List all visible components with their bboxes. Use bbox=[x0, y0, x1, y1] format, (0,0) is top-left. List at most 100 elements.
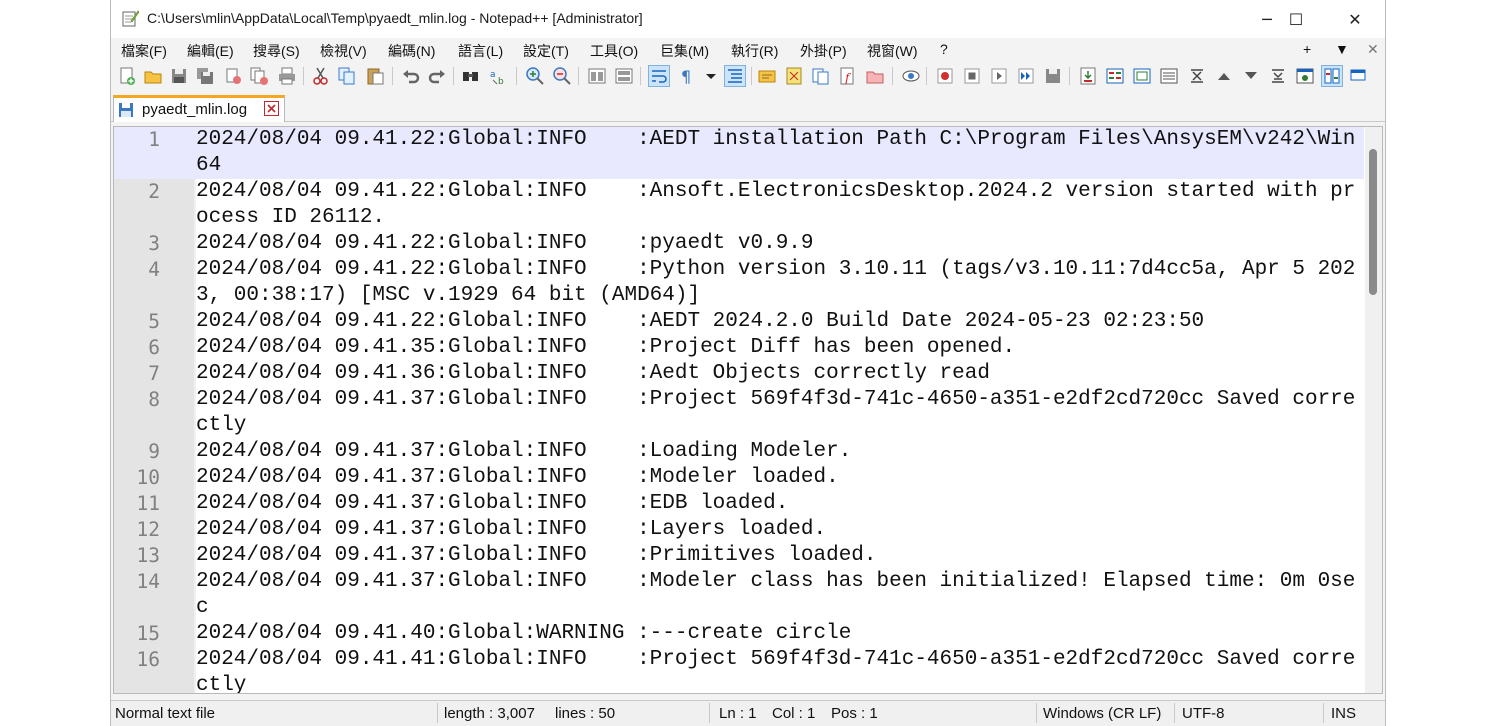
editor-line[interactable]: 11 2024/08/04 09.41.37:Global:INFO :EDB l… bbox=[114, 491, 1364, 517]
indent-guide-icon[interactable] bbox=[724, 65, 746, 87]
menu-plugins[interactable]: 外掛(P) bbox=[800, 41, 847, 61]
macro-save-icon[interactable] bbox=[1043, 66, 1063, 86]
status-insert-mode[interactable]: INS bbox=[1331, 705, 1356, 722]
redo-icon[interactable] bbox=[427, 66, 447, 86]
editor-line[interactable]: 13 2024/08/04 09.41.37:Global:INFO :Primi… bbox=[114, 543, 1364, 569]
line-text: 2024/08/04 09.41.37:Global:INFO :Modeler… bbox=[196, 466, 839, 489]
toolbar-separator bbox=[926, 67, 927, 85]
zoom-in-icon[interactable] bbox=[525, 66, 545, 86]
menu-help[interactable]: ? bbox=[940, 41, 948, 57]
new-tab-plus-icon[interactable]: + bbox=[1303, 41, 1311, 57]
cut-icon[interactable] bbox=[311, 66, 331, 86]
save-all-icon[interactable] bbox=[195, 66, 215, 86]
editor-line[interactable]: 12 2024/08/04 09.41.37:Global:INFO :Layer… bbox=[114, 517, 1364, 543]
editor-line[interactable]: 2 2024/08/04 09.41.22:Global:INFO :Ansoft… bbox=[114, 179, 1364, 231]
line-number: 15 bbox=[136, 622, 160, 645]
editor-line[interactable]: 10 2024/08/04 09.41.37:Global:INFO :Model… bbox=[114, 465, 1364, 491]
editor-line[interactable]: 15 2024/08/04 09.41.40:Global:WARNING :--… bbox=[114, 621, 1364, 647]
maximize-button[interactable]: ☐ bbox=[1267, 0, 1325, 38]
macro-stop-icon[interactable] bbox=[962, 66, 982, 86]
monitoring-eye-icon[interactable] bbox=[901, 66, 921, 86]
compare-clear-icon[interactable] bbox=[1159, 66, 1179, 86]
line-number: 1 bbox=[148, 128, 160, 151]
prev-diff-icon[interactable] bbox=[1214, 66, 1234, 86]
undo-icon[interactable] bbox=[401, 66, 421, 86]
title-bar[interactable]: C:\Users\mlin\AppData\Local\Temp\pyaedt_… bbox=[111, 0, 1385, 38]
close-doc-x-icon[interactable]: ✕ bbox=[1367, 41, 1379, 58]
compare-panel-icon[interactable] bbox=[1105, 66, 1125, 86]
editor-line[interactable]: 7 2024/08/04 09.41.36:Global:INFO :Aedt O… bbox=[114, 361, 1364, 387]
compare-settings-icon[interactable] bbox=[1295, 66, 1315, 86]
last-diff-icon[interactable] bbox=[1268, 66, 1288, 86]
save-icon[interactable] bbox=[169, 66, 189, 86]
zoom-out-icon[interactable] bbox=[552, 66, 572, 86]
print-icon[interactable] bbox=[277, 66, 297, 86]
compare-icon[interactable] bbox=[1078, 66, 1098, 86]
editor-line[interactable]: 6 2024/08/04 09.41.35:Global:INFO :Projec… bbox=[114, 335, 1364, 361]
new-file-icon[interactable] bbox=[117, 66, 137, 86]
toolbar: ab ¶ f bbox=[111, 62, 1385, 90]
line-number: 3 bbox=[148, 232, 160, 255]
editor-line[interactable]: 14 2024/08/04 09.41.37:Global:INFO :Model… bbox=[114, 569, 1364, 621]
line-number: 12 bbox=[136, 518, 160, 541]
tab-list-dropdown-icon[interactable]: ▼ bbox=[1335, 41, 1349, 57]
editor-line[interactable]: 3 2024/08/04 09.41.22:Global:INFO :pyaedt… bbox=[114, 231, 1364, 257]
sync-vertical-scroll-icon[interactable] bbox=[587, 66, 607, 86]
close-file-icon[interactable] bbox=[223, 66, 243, 86]
menu-file[interactable]: 檔案(F) bbox=[121, 41, 167, 61]
macro-record-icon[interactable] bbox=[935, 66, 955, 86]
line-number: 8 bbox=[148, 388, 160, 411]
close-all-icon[interactable] bbox=[249, 66, 269, 86]
status-eol[interactable]: Windows (CR LF) bbox=[1043, 705, 1161, 722]
function-list-icon[interactable]: f bbox=[838, 66, 858, 86]
menu-window[interactable]: 視窗(W) bbox=[867, 41, 918, 61]
paste-icon[interactable] bbox=[365, 66, 385, 86]
editor-line[interactable]: 4 2024/08/04 09.41.22:Global:INFO :Python… bbox=[114, 257, 1364, 309]
menu-settings[interactable]: 設定(T) bbox=[523, 41, 569, 61]
copy-icon[interactable] bbox=[337, 66, 357, 86]
menu-macro[interactable]: 巨集(M) bbox=[660, 41, 709, 61]
menu-edit[interactable]: 編輯(E) bbox=[187, 41, 234, 61]
define-language-icon[interactable] bbox=[757, 66, 777, 86]
show-all-chars-icon[interactable]: ¶ bbox=[677, 66, 697, 86]
editor-line[interactable]: 16 2024/08/04 09.41.41:Global:INFO :Proje… bbox=[114, 647, 1364, 693]
folder-as-workspace-icon[interactable] bbox=[865, 66, 885, 86]
line-text: 2024/08/04 09.41.22:Global:INFO :AEDT in… bbox=[196, 128, 1356, 177]
tab-close-icon[interactable] bbox=[264, 101, 279, 116]
status-separator bbox=[1036, 703, 1037, 723]
text-editor[interactable]: 1 2024/08/04 09.41.22:Global:INFO :AEDT i… bbox=[113, 126, 1383, 694]
open-file-icon[interactable] bbox=[143, 66, 163, 86]
menu-search[interactable]: 搜尋(S) bbox=[253, 41, 300, 61]
menu-view[interactable]: 檢視(V) bbox=[320, 41, 367, 61]
menu-tools[interactable]: 工具(O) bbox=[590, 41, 638, 61]
scrollbar-thumb[interactable] bbox=[1369, 149, 1377, 295]
find-icon[interactable] bbox=[461, 66, 481, 86]
close-window-button[interactable]: ✕ bbox=[1326, 0, 1384, 38]
replace-icon[interactable]: ab bbox=[489, 66, 509, 86]
editor-line[interactable]: 5 2024/08/04 09.41.22:Global:INFO :AEDT 2… bbox=[114, 309, 1364, 335]
chars-dropdown-icon[interactable] bbox=[701, 66, 721, 86]
editor-line[interactable]: 8 2024/08/04 09.41.37:Global:INFO :Projec… bbox=[114, 387, 1364, 439]
tab-pyaedt-log[interactable]: pyaedt_mlin.log bbox=[113, 95, 285, 122]
menu-language[interactable]: 語言(L) bbox=[458, 41, 503, 61]
word-wrap-icon[interactable] bbox=[648, 65, 670, 87]
compare-detail-icon[interactable] bbox=[1349, 66, 1369, 86]
editor-lines: 1 2024/08/04 09.41.22:Global:INFO :AEDT i… bbox=[114, 127, 1364, 693]
status-separator bbox=[709, 703, 710, 723]
document-map-icon[interactable] bbox=[784, 66, 804, 86]
first-diff-icon[interactable] bbox=[1187, 66, 1207, 86]
editor-line[interactable]: 9 2024/08/04 09.41.37:Global:INFO :Loadin… bbox=[114, 439, 1364, 465]
macro-run-multiple-icon[interactable] bbox=[1016, 66, 1036, 86]
document-list-icon[interactable] bbox=[811, 66, 831, 86]
next-diff-icon[interactable] bbox=[1241, 66, 1261, 86]
status-encoding[interactable]: UTF-8 bbox=[1182, 705, 1225, 722]
macro-play-icon[interactable] bbox=[989, 66, 1009, 86]
sync-horizontal-scroll-icon[interactable] bbox=[614, 66, 634, 86]
vertical-scrollbar[interactable] bbox=[1365, 127, 1382, 693]
menu-encoding[interactable]: 編碼(N) bbox=[388, 41, 435, 61]
editor-line[interactable]: 1 2024/08/04 09.41.22:Global:INFO :AEDT i… bbox=[114, 127, 1364, 179]
compare-navigation-bar-icon[interactable] bbox=[1321, 65, 1343, 87]
status-separator bbox=[1174, 703, 1175, 723]
menu-run[interactable]: 執行(R) bbox=[731, 41, 778, 61]
compare-lines-icon[interactable] bbox=[1132, 66, 1152, 86]
